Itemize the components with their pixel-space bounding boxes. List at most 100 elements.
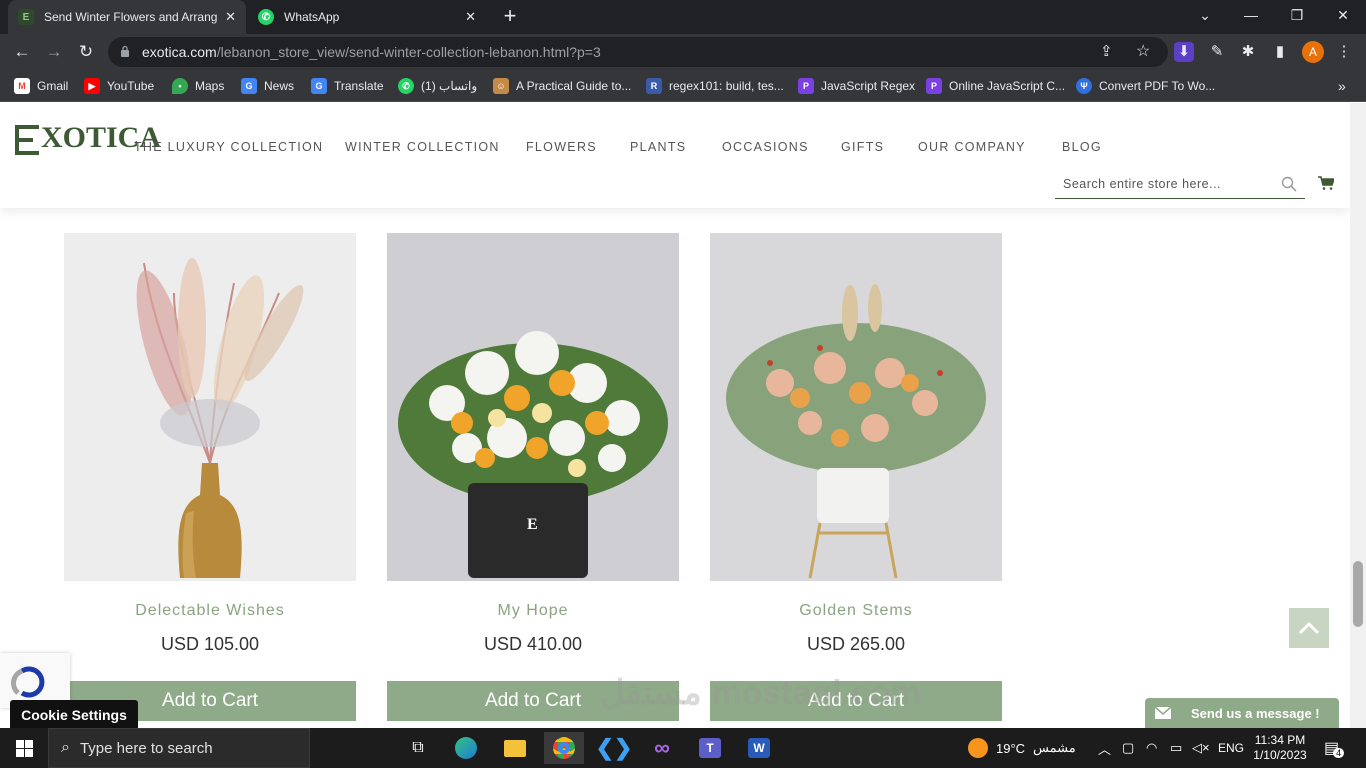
- bookmark-label: regex101: build, tes...: [669, 79, 784, 93]
- web-page: XOTICA THE LUXURY COLLECTION WINTER COLL…: [0, 103, 1350, 728]
- teams-icon[interactable]: T: [694, 732, 726, 764]
- share-icon[interactable]: ⇪: [1100, 42, 1113, 60]
- nav-luxury-collection[interactable]: THE LUXURY COLLECTION: [134, 140, 323, 154]
- nav-winter-collection[interactable]: WINTER COLLECTION: [345, 140, 500, 154]
- nav-blog[interactable]: BLOG: [1062, 140, 1102, 154]
- page-scrollbar[interactable]: [1350, 103, 1366, 728]
- product-name[interactable]: Delectable Wishes: [64, 602, 356, 620]
- tab-exotica[interactable]: E Send Winter Flowers and Arrange ✕: [8, 0, 246, 34]
- profile-avatar[interactable]: A: [1302, 41, 1324, 63]
- tab-search-icon[interactable]: ⌄: [1182, 0, 1228, 30]
- product-card: Delectable Wishes USD 105.00 Add to Cart: [64, 233, 356, 721]
- gmail-icon: M: [14, 78, 30, 94]
- search-icon[interactable]: [1281, 176, 1297, 192]
- nav-flowers[interactable]: FLOWERS: [526, 140, 597, 154]
- wifi-icon[interactable]: ◠: [1146, 728, 1157, 768]
- cookie-settings-button[interactable]: Cookie Settings: [10, 700, 138, 728]
- taskbar-search[interactable]: ⌕ Type here to search: [48, 728, 310, 768]
- more-bookmarks-icon[interactable]: »: [1338, 77, 1346, 95]
- reload-icon[interactable]: ↻: [74, 40, 98, 64]
- bookmark-star-icon[interactable]: ☆: [1136, 41, 1150, 61]
- back-to-top-button[interactable]: [1289, 608, 1329, 648]
- word-icon[interactable]: W: [743, 732, 775, 764]
- file-explorer-icon[interactable]: [499, 732, 531, 764]
- bookmark-label: Maps: [195, 79, 225, 93]
- product-price: USD 105.00: [160, 634, 260, 654]
- maps-icon: •: [172, 78, 188, 94]
- edge-icon[interactable]: [450, 732, 482, 764]
- exotica-favicon-icon: E: [18, 9, 34, 25]
- bookmark-maps[interactable]: • Maps: [172, 77, 224, 95]
- whatsapp-icon: ✆: [398, 78, 414, 94]
- lock-icon: [121, 45, 129, 57]
- show-hidden-icons-icon[interactable]: ︿: [1098, 728, 1111, 768]
- pdf-convert-icon: Ψ: [1076, 78, 1092, 94]
- address-bar[interactable]: exotica.com/lebanon_store_view/send-wint…: [108, 37, 1168, 67]
- nav-our-company[interactable]: OUR COMPANY: [918, 140, 1026, 154]
- vscode-icon[interactable]: ❮❯: [596, 732, 633, 764]
- scrollbar-thumb[interactable]: [1353, 561, 1363, 627]
- volume-icon[interactable]: ◁×: [1192, 728, 1210, 768]
- close-tab-icon[interactable]: ✕: [225, 9, 236, 25]
- battery-icon[interactable]: ▭: [1170, 728, 1182, 768]
- nav-occasions[interactable]: OCCASIONS: [722, 140, 809, 154]
- nav-plants[interactable]: PLANTS: [630, 140, 686, 154]
- side-panel-icon[interactable]: ▮: [1270, 42, 1290, 62]
- search-input[interactable]: [1055, 171, 1265, 197]
- bookmark-label: Convert PDF To Wo...: [1099, 79, 1216, 93]
- taskbar-search-placeholder: Type here to search: [79, 739, 213, 757]
- nav-gifts[interactable]: GIFTS: [841, 140, 884, 154]
- visual-studio-icon[interactable]: ∞: [646, 732, 678, 764]
- menu-kebab-icon[interactable]: ⋮: [1334, 42, 1354, 62]
- clock-date: 1/10/2023: [1253, 748, 1307, 762]
- input-language[interactable]: ENG: [1218, 728, 1244, 768]
- bookmark-gmail[interactable]: M Gmail: [14, 77, 68, 95]
- weather-widget[interactable]: 19°C مشمس: [968, 728, 1076, 768]
- bookmark-translate[interactable]: G Translate: [311, 77, 384, 95]
- bookmark-label: JavaScript Regex: [821, 79, 916, 93]
- meet-now-icon[interactable]: ▢: [1122, 728, 1134, 768]
- eyedropper-extension-icon[interactable]: ✎: [1207, 42, 1227, 62]
- bookmark-news[interactable]: G News: [241, 77, 294, 95]
- bookmark-js-compiler[interactable]: P Online JavaScript C...: [926, 77, 1065, 95]
- bookmark-regex101[interactable]: Rregex101: build, tes...: [646, 77, 784, 95]
- restore-icon[interactable]: ❐: [1274, 0, 1320, 30]
- cart-icon[interactable]: [1318, 176, 1334, 190]
- bookmark-label: YouTube: [107, 79, 155, 93]
- forward-icon[interactable]: →: [42, 40, 66, 64]
- back-icon[interactable]: ←: [10, 40, 34, 64]
- close-window-icon[interactable]: ✕: [1320, 0, 1366, 30]
- close-tab-icon[interactable]: ✕: [465, 9, 476, 25]
- bookmark-practical-guide[interactable]: ☺ A Practical Guide to...: [493, 77, 631, 95]
- product-image[interactable]: [710, 233, 1002, 581]
- download-extension-icon[interactable]: ⬇: [1174, 42, 1194, 62]
- youtube-icon: ▶: [84, 78, 100, 94]
- minimize-icon[interactable]: —: [1228, 0, 1274, 30]
- new-tab-icon[interactable]: +: [498, 4, 522, 30]
- bookmark-js-regex[interactable]: P JavaScript Regex: [798, 77, 915, 95]
- logo-e-mark-icon: [15, 125, 39, 155]
- envelope-icon: [1154, 706, 1172, 719]
- bookmark-whatsapp[interactable]: ✆ واتساب (1): [398, 77, 477, 95]
- product-price: USD 265.00: [806, 634, 906, 654]
- tab-title: Send Winter Flowers and Arrange: [44, 10, 218, 24]
- extensions-puzzle-icon[interactable]: ✱: [1238, 42, 1258, 62]
- notification-center[interactable]: ▤ 4: [1324, 728, 1345, 768]
- chrome-icon[interactable]: [544, 732, 584, 764]
- send-message-button[interactable]: Send us a message !: [1145, 698, 1339, 728]
- task-view-icon[interactable]: ⧉: [402, 732, 434, 764]
- url-text: exotica.com/lebanon_store_view/send-wint…: [142, 44, 601, 60]
- store-search: [1055, 171, 1305, 199]
- bookmark-youtube[interactable]: ▶ YouTube: [84, 77, 154, 95]
- clock[interactable]: 11:34 PM 1/10/2023: [1252, 728, 1308, 768]
- product-image[interactable]: [64, 233, 356, 581]
- bookmark-pdf-convert[interactable]: Ψ Convert PDF To Wo...: [1076, 77, 1215, 95]
- product-name[interactable]: My Hope: [387, 602, 679, 620]
- regex101-icon: R: [646, 78, 662, 94]
- product-name[interactable]: Golden Stems: [710, 602, 1002, 620]
- tab-whatsapp[interactable]: ✆ WhatsApp ✕: [248, 0, 486, 34]
- bookmark-label: A Practical Guide to...: [516, 79, 632, 93]
- windows-start-icon[interactable]: [16, 740, 33, 757]
- translate-icon: G: [311, 78, 327, 94]
- product-image[interactable]: E: [387, 233, 679, 581]
